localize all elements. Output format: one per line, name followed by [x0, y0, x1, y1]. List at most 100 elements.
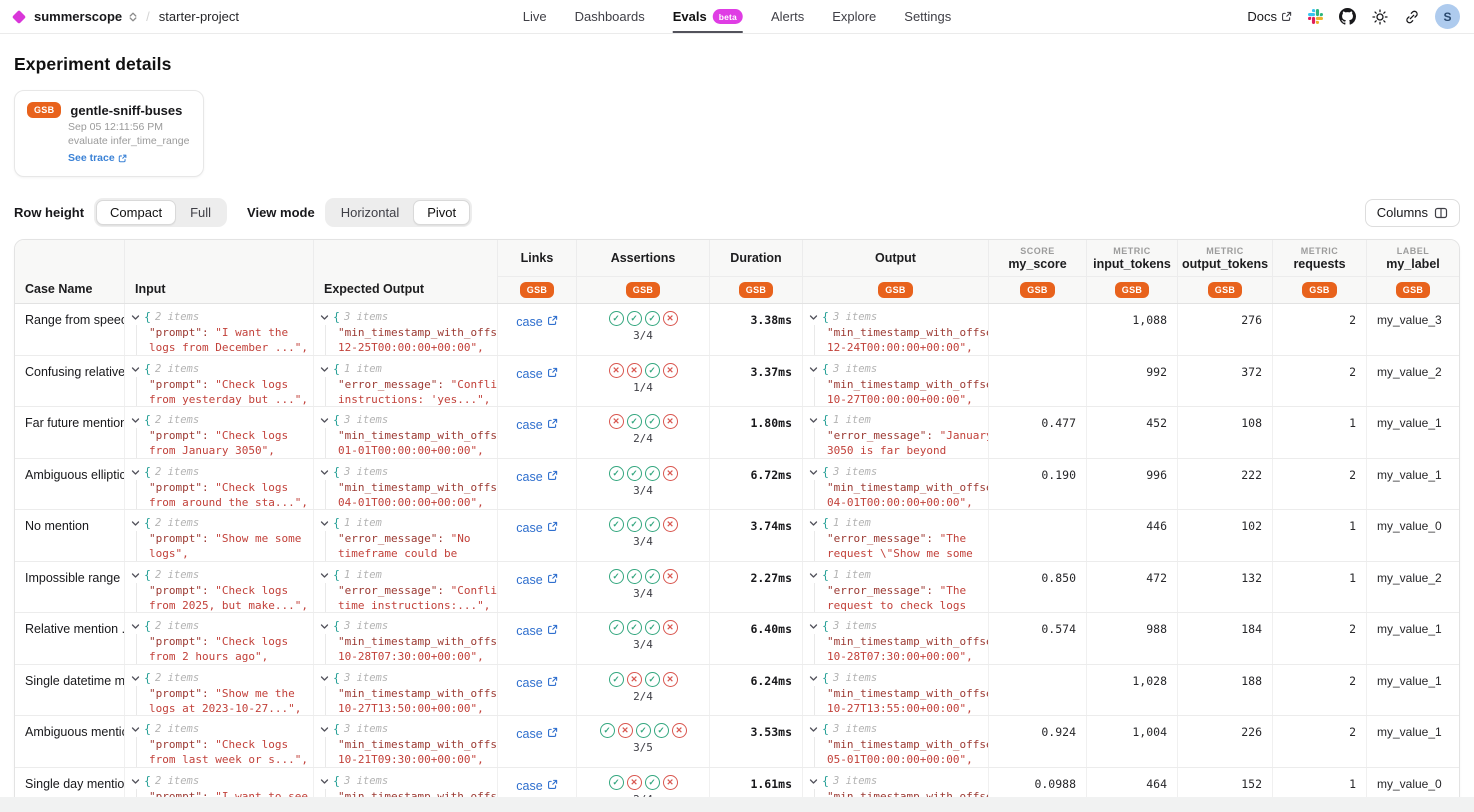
- assertion-pass-icon: ✓: [645, 775, 660, 790]
- case-link[interactable]: case: [516, 676, 557, 692]
- case-link[interactable]: case: [516, 470, 557, 486]
- json-brace: {: [333, 774, 340, 788]
- json-key: "min_timestamp_with_offset": [827, 378, 989, 391]
- expand-chevron-icon[interactable]: [131, 571, 140, 580]
- external-link-icon: [547, 470, 558, 481]
- org-name[interactable]: summerscope: [34, 9, 122, 24]
- tab-explore[interactable]: Explore: [832, 0, 876, 33]
- expand-chevron-icon[interactable]: [131, 622, 140, 631]
- assertion-icons: ✓✓✓✕: [609, 466, 678, 481]
- theme-toggle-sun-icon[interactable]: [1371, 8, 1388, 25]
- expand-chevron-icon[interactable]: [809, 674, 818, 683]
- assertion-icons: ✕✕✓✕: [609, 363, 678, 378]
- expand-chevron-icon[interactable]: [131, 416, 140, 425]
- slack-icon[interactable]: [1307, 8, 1324, 25]
- case-link[interactable]: case: [516, 779, 557, 795]
- table-body: Range from speech { 2 items "prompt": "I…: [15, 304, 1459, 812]
- see-trace-link[interactable]: See trace: [68, 152, 127, 164]
- expand-chevron-icon[interactable]: [131, 365, 140, 374]
- assertion-pass-icon: ✓: [627, 466, 642, 481]
- expand-chevron-icon[interactable]: [320, 468, 329, 477]
- expand-chevron-icon[interactable]: [809, 519, 818, 528]
- link-icon[interactable]: [1403, 8, 1420, 25]
- gsb-badge: GSB: [739, 282, 773, 298]
- github-icon[interactable]: [1339, 8, 1356, 25]
- json-key: "prompt":: [149, 532, 209, 545]
- expand-chevron-icon[interactable]: [809, 365, 818, 374]
- json-brace: {: [144, 774, 151, 788]
- breadcrumb-project[interactable]: starter-project: [159, 9, 239, 24]
- expected-output-cell: { 1 item "error_message": "No timeframe …: [314, 510, 498, 561]
- case-link[interactable]: case: [516, 315, 557, 331]
- json-brace: {: [822, 671, 829, 685]
- case-link[interactable]: case: [516, 624, 557, 640]
- brand-logo-icon: [12, 9, 26, 23]
- expand-chevron-icon[interactable]: [809, 571, 818, 580]
- expand-chevron-icon[interactable]: [809, 468, 818, 477]
- case-link[interactable]: case: [516, 573, 557, 589]
- json-key: "prompt":: [149, 378, 209, 391]
- json-brace: {: [822, 774, 829, 788]
- expand-chevron-icon[interactable]: [320, 725, 329, 734]
- tab-dashboards[interactable]: Dashboards: [575, 0, 645, 33]
- expand-chevron-icon[interactable]: [320, 571, 329, 580]
- json-key: "min_timestamp_with_offset": [827, 738, 989, 751]
- json-item-count: 3 items: [344, 466, 388, 478]
- assertion-fail-icon: ✕: [663, 775, 678, 790]
- json-item-count: 3 items: [833, 620, 877, 632]
- case-link[interactable]: case: [516, 521, 557, 537]
- view-mode-pivot-option[interactable]: Pivot: [413, 200, 470, 225]
- columns-button[interactable]: Columns: [1365, 199, 1460, 227]
- row-height-full-option[interactable]: Full: [176, 200, 225, 225]
- input-tokens-cell: 446: [1087, 510, 1178, 561]
- output-tokens-cell: 276: [1178, 304, 1273, 355]
- expand-chevron-icon[interactable]: [320, 313, 329, 322]
- json-value: "The: [940, 584, 967, 597]
- expand-chevron-icon[interactable]: [320, 416, 329, 425]
- requests-cell: 2: [1273, 613, 1367, 664]
- expand-chevron-icon[interactable]: [131, 313, 140, 322]
- expand-chevron-icon[interactable]: [809, 622, 818, 631]
- expand-chevron-icon[interactable]: [131, 468, 140, 477]
- assertion-icons: ✓✓✓✕: [609, 517, 678, 532]
- case-name-cell: Confusing relative...: [15, 356, 125, 407]
- expand-chevron-icon[interactable]: [131, 674, 140, 683]
- requests-cell: 1: [1273, 562, 1367, 613]
- avatar[interactable]: S: [1435, 4, 1460, 29]
- expand-chevron-icon[interactable]: [320, 777, 329, 786]
- expand-chevron-icon[interactable]: [809, 725, 818, 734]
- expand-chevron-icon[interactable]: [320, 365, 329, 374]
- org-select-chevrons-icon[interactable]: [129, 12, 137, 22]
- duration-cell: 1.80ms: [710, 407, 803, 458]
- expand-chevron-icon[interactable]: [809, 313, 818, 322]
- json-value: 12-24T00:00:00+00:00",: [827, 340, 984, 354]
- json-value: logs from December ...",: [149, 340, 309, 354]
- label-cell: my_value_1: [1367, 716, 1459, 767]
- docs-link[interactable]: Docs: [1247, 9, 1292, 24]
- tab-evals[interactable]: Evals beta: [673, 0, 743, 33]
- expand-chevron-icon[interactable]: [320, 519, 329, 528]
- case-link[interactable]: case: [516, 367, 557, 383]
- json-key: "min_timestamp_with_offset": [338, 738, 498, 751]
- expand-chevron-icon[interactable]: [809, 416, 818, 425]
- row-height-compact-option[interactable]: Compact: [96, 200, 176, 225]
- tab-live[interactable]: Live: [523, 0, 547, 33]
- expand-chevron-icon[interactable]: [131, 777, 140, 786]
- case-link[interactable]: case: [516, 418, 557, 434]
- expand-chevron-icon[interactable]: [320, 622, 329, 631]
- expand-chevron-icon[interactable]: [809, 777, 818, 786]
- expand-chevron-icon[interactable]: [320, 674, 329, 683]
- case-link[interactable]: case: [516, 727, 557, 743]
- tab-alerts[interactable]: Alerts: [771, 0, 804, 33]
- json-value: 3050 is far beyond: [827, 443, 984, 457]
- bottom-scroll-area[interactable]: [0, 797, 1474, 812]
- tab-settings[interactable]: Settings: [904, 0, 951, 33]
- output-cell: { 1 item "error_message": "The request \…: [803, 510, 989, 561]
- view-mode-horizontal-option[interactable]: Horizontal: [327, 200, 414, 225]
- expand-chevron-icon[interactable]: [131, 725, 140, 734]
- links-cell: case: [498, 510, 577, 561]
- assertion-pass-icon: ✓: [645, 569, 660, 584]
- score-cell: [989, 665, 1087, 716]
- org-switcher[interactable]: summerscope: [14, 9, 137, 24]
- expand-chevron-icon[interactable]: [131, 519, 140, 528]
